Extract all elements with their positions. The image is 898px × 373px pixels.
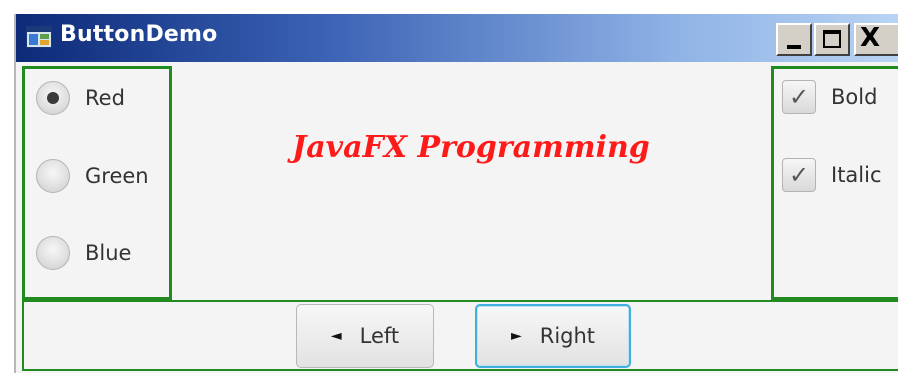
radio-red[interactable]: Red	[36, 80, 125, 116]
checkbox-label-bold: Bold	[831, 85, 878, 109]
radio-button-red[interactable]	[36, 81, 70, 115]
radio-label-green: Green	[85, 164, 149, 188]
radio-selected-dot	[47, 92, 59, 104]
radio-label-blue: Blue	[85, 241, 132, 265]
minimize-button[interactable]	[776, 23, 812, 56]
arrow-right-icon: ►	[510, 328, 522, 344]
title-bar[interactable]: ButtonDemo X	[16, 14, 898, 62]
left-button[interactable]: ◄ Left	[296, 304, 434, 368]
checkbox-label-italic: Italic	[831, 163, 882, 187]
minimize-icon	[787, 45, 801, 49]
close-button[interactable]: X	[854, 23, 898, 56]
maximize-icon	[823, 30, 841, 48]
right-button-label: Right	[539, 324, 596, 348]
arrow-left-icon: ◄	[330, 328, 342, 344]
maximize-button[interactable]	[814, 23, 850, 56]
display-text: JavaFX Programming	[292, 130, 650, 165]
close-icon: X	[860, 23, 881, 53]
checkbox-box-bold[interactable]: ✓	[782, 80, 816, 114]
radio-label-red: Red	[85, 86, 125, 110]
right-button[interactable]: ► Right	[475, 304, 631, 368]
radio-green[interactable]: Green	[36, 158, 149, 194]
left-button-label: Left	[359, 324, 400, 348]
window-title: ButtonDemo	[60, 22, 218, 47]
checkmark-icon: ✓	[788, 161, 810, 189]
app-window: ButtonDemo X Red Green Blue JavaFX Progr…	[14, 14, 898, 373]
checkmark-icon: ✓	[788, 83, 810, 111]
checkbox-box-italic[interactable]: ✓	[782, 158, 816, 192]
radio-button-blue[interactable]	[36, 236, 70, 270]
checkbox-italic[interactable]: ✓ Italic	[782, 157, 882, 193]
checkbox-bold[interactable]: ✓ Bold	[782, 79, 877, 115]
radio-blue[interactable]: Blue	[36, 235, 131, 271]
button-bar	[22, 300, 898, 371]
app-icon	[26, 26, 52, 48]
radio-button-green[interactable]	[36, 159, 70, 193]
